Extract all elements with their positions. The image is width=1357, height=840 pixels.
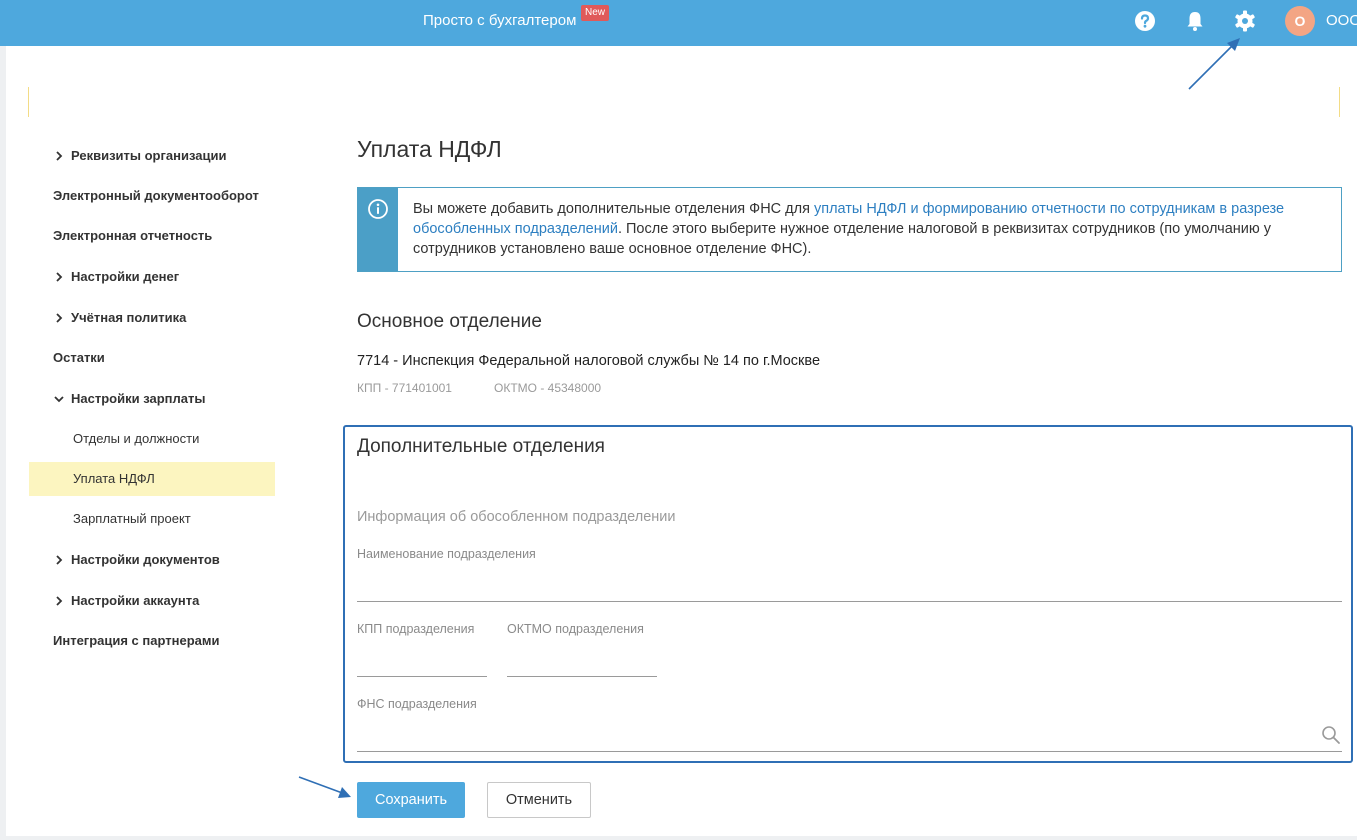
sidebar-item-salary-settings[interactable]: Настройки зарплаты — [29, 382, 275, 416]
sidebar-item-label: Электронная отчетность — [53, 228, 213, 243]
sidebar-item-salary-project[interactable]: Зарплатный проект — [29, 502, 275, 536]
sidebar-item-label: Настройки документов — [71, 552, 220, 567]
brand-title[interactable]: Просто с бухгалтером — [423, 12, 576, 29]
save-button[interactable]: Сохранить — [357, 782, 465, 818]
sidebar-item-reporting[interactable]: Электронная отчетность — [29, 219, 275, 253]
sidebar-item-partner-integration[interactable]: Интеграция с партнерами — [29, 624, 275, 658]
sidebar-item-requisites[interactable]: Реквизиты организации — [29, 139, 275, 173]
sidebar-item-label: Настройки денег — [71, 269, 180, 284]
subdivision-oktmo-input[interactable] — [507, 650, 657, 674]
subdivision-name-label: Наименование подразделения — [357, 547, 536, 561]
sidebar-item-label: Настройки аккаунта — [71, 593, 200, 608]
main-branch-kpp: КПП - 771401001 — [357, 381, 452, 395]
subdivision-kpp-input[interactable] — [357, 650, 487, 674]
info-callout-bar — [358, 188, 398, 271]
main-branch-oktmo: ОКТМО - 45348000 — [494, 381, 602, 395]
sidebar-item-label: Реквизиты организации — [71, 148, 227, 163]
top-bar: Просто с бухгалтером New О ООО — [0, 0, 1357, 46]
bell-icon[interactable] — [1183, 9, 1207, 33]
subdivision-kpp-label: КПП подразделения — [357, 622, 475, 636]
subdivision-oktmo-label: ОКТМО подразделения — [507, 622, 644, 636]
sidebar-item-departments[interactable]: Отделы и должности — [29, 422, 275, 456]
sidebar-item-money-settings[interactable]: Настройки денег — [29, 260, 275, 294]
help-icon[interactable] — [1133, 9, 1157, 33]
sidebar-item-label: Учётная политика — [71, 310, 187, 325]
sidebar-item-edo[interactable]: Электронный документооборот — [29, 179, 275, 213]
account-name[interactable]: ООО — [1326, 12, 1357, 29]
bottom-edge-divider — [0, 836, 1357, 840]
subdivision-name-underline — [357, 601, 1342, 602]
sidebar-item-label: Остатки — [53, 350, 105, 365]
gear-icon[interactable] — [1233, 9, 1257, 33]
sidebar-item-balances[interactable]: Остатки — [29, 341, 275, 375]
main-branch-office: 7714 - Инспекция Федеральной налоговой с… — [357, 353, 821, 369]
chevron-right-icon — [53, 543, 65, 577]
cancel-button[interactable]: Отменить — [487, 782, 591, 818]
subdivision-oktmo-underline — [507, 676, 657, 677]
info-icon — [367, 198, 389, 220]
search-icon[interactable] — [1321, 725, 1341, 745]
sidebar-item-account-settings[interactable]: Настройки аккаунта — [29, 584, 275, 618]
sidebar-item-ndfl-payment[interactable]: Уплата НДФЛ — [29, 462, 275, 496]
subdivision-info-title: Информация об обособленном подразделении — [357, 509, 676, 525]
subdivision-fns-underline — [357, 751, 1342, 752]
arrow-to-save-button — [298, 776, 351, 798]
main-branch-title: Основное отделение — [357, 311, 542, 332]
new-badge: New — [581, 5, 610, 21]
subdivision-kpp-underline — [357, 676, 487, 677]
chevron-right-icon — [53, 301, 65, 335]
sidebar-item-label: Отделы и должности — [73, 431, 200, 446]
info-callout: Вы можете добавить дополнительные отделе… — [357, 187, 1342, 272]
chevron-right-icon — [53, 139, 65, 173]
sidebar-item-label: Зарплатный проект — [73, 511, 191, 526]
sidebar-item-label: Электронный документооборот — [53, 188, 259, 203]
chevron-right-icon — [53, 260, 65, 294]
chevron-down-icon — [53, 382, 65, 416]
sidebar-item-accounting-policy[interactable]: Учётная политика — [29, 301, 275, 335]
chevron-right-icon — [53, 584, 65, 618]
extra-branches-title: Дополнительные отделения — [357, 436, 605, 457]
sidebar-item-document-settings[interactable]: Настройки документов — [29, 543, 275, 577]
left-edge-divider — [0, 46, 6, 840]
notice-strip — [28, 87, 1340, 117]
info-text-start: Вы можете добавить дополнительные отделе… — [413, 201, 814, 217]
page-title: Уплата НДФЛ — [357, 136, 502, 162]
sidebar-item-label: Интеграция с партнерами — [53, 633, 220, 648]
subdivision-fns-label: ФНС подразделения — [357, 697, 477, 711]
subdivision-fns-input[interactable] — [357, 725, 1312, 749]
sidebar-item-label: Настройки зарплаты — [71, 391, 206, 406]
info-text: Вы можете добавить дополнительные отделе… — [413, 199, 1313, 259]
avatar[interactable]: О — [1285, 6, 1315, 36]
subdivision-name-input[interactable] — [357, 575, 1342, 599]
sidebar-item-label: Уплата НДФЛ — [73, 471, 155, 486]
